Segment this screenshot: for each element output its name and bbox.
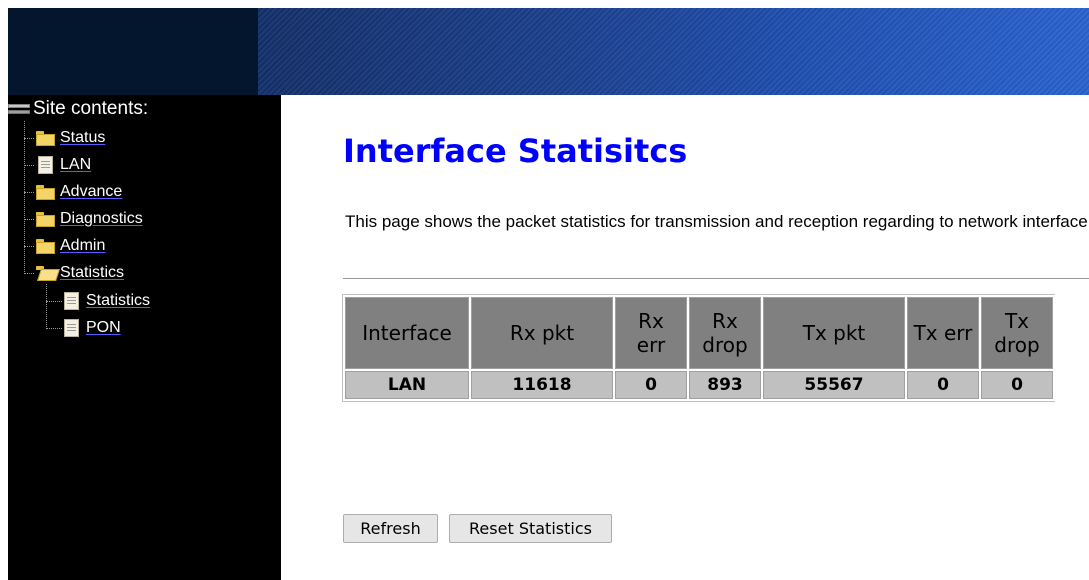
open-folder-icon [36, 265, 55, 281]
sidebar-item-advance[interactable]: Advance [36, 180, 122, 204]
document-icon [64, 319, 79, 337]
column-header-tx-err: Tx err [907, 297, 979, 369]
folder-icon [36, 238, 55, 254]
site-contents-label: Site contents: [33, 98, 149, 119]
tree-line [24, 165, 34, 166]
divider [343, 278, 1089, 279]
sidebar-item-admin[interactable]: Admin [36, 234, 105, 258]
sidebar-item-label[interactable]: Advance [60, 183, 122, 201]
table-cell: 893 [689, 371, 761, 399]
sidebar: Site contents: Status LAN Advance Diagno… [8, 95, 281, 580]
page-title: Interface Statisitcs [343, 132, 688, 170]
table-cell: LAN [345, 371, 469, 399]
sidebar-item-label[interactable]: PON [86, 319, 121, 337]
table-header-row: Interface Rx pkt Rx err Rx drop Tx pkt T… [345, 297, 1053, 369]
banner [258, 8, 1089, 95]
sidebar-item-label[interactable]: Statistics [86, 292, 150, 310]
document-icon [64, 292, 79, 310]
sidebar-item-lan[interactable]: LAN [38, 153, 91, 177]
table-cell: 0 [615, 371, 687, 399]
folder-icon [36, 130, 55, 146]
document-icon [38, 156, 53, 174]
sidebar-item-label[interactable]: LAN [60, 156, 91, 174]
statistics-table: Interface Rx pkt Rx err Rx drop Tx pkt T… [342, 294, 1055, 402]
tree-line [46, 328, 62, 329]
tree-line [24, 121, 25, 274]
refresh-button[interactable]: Refresh [343, 514, 438, 543]
column-header-tx-pkt: Tx pkt [763, 297, 905, 369]
column-header-rx-drop: Rx drop [689, 297, 761, 369]
sidebar-subitem-statistics[interactable]: Statistics [64, 289, 150, 313]
column-header-rx-pkt: Rx pkt [471, 297, 613, 369]
table-row: LAN 11618 0 893 55567 0 0 [345, 371, 1053, 399]
tree-line [24, 273, 34, 274]
folder-icon [36, 211, 55, 227]
banner-logo-area [8, 8, 258, 95]
sidebar-item-statistics[interactable]: Statistics [36, 261, 124, 285]
sidebar-item-diagnostics[interactable]: Diagnostics [36, 207, 143, 231]
tree-line [46, 284, 47, 329]
tree-line [24, 246, 34, 247]
tree-line [24, 192, 34, 193]
column-header-rx-err: Rx err [615, 297, 687, 369]
tree-line [24, 219, 34, 220]
table-cell: 0 [981, 371, 1053, 399]
drive-icon [8, 102, 30, 116]
page-description: This page shows the packet statistics fo… [345, 212, 1089, 231]
sidebar-item-label[interactable]: Diagnostics [60, 210, 143, 228]
tree-line [24, 138, 34, 139]
sidebar-item-label[interactable]: Statistics [60, 264, 124, 282]
site-contents-header: Site contents: [8, 98, 148, 120]
tree-line [46, 301, 62, 302]
column-header-interface: Interface [345, 297, 469, 369]
folder-icon [36, 184, 55, 200]
sidebar-item-status[interactable]: Status [36, 126, 105, 150]
table-cell: 11618 [471, 371, 613, 399]
table-cell: 0 [907, 371, 979, 399]
sidebar-item-label[interactable]: Admin [60, 237, 105, 255]
sidebar-subitem-pon[interactable]: PON [64, 316, 121, 340]
table-cell: 55567 [763, 371, 905, 399]
sidebar-item-label[interactable]: Status [60, 129, 105, 147]
column-header-tx-drop: Tx drop [981, 297, 1053, 369]
reset-statistics-button[interactable]: Reset Statistics [449, 514, 612, 543]
